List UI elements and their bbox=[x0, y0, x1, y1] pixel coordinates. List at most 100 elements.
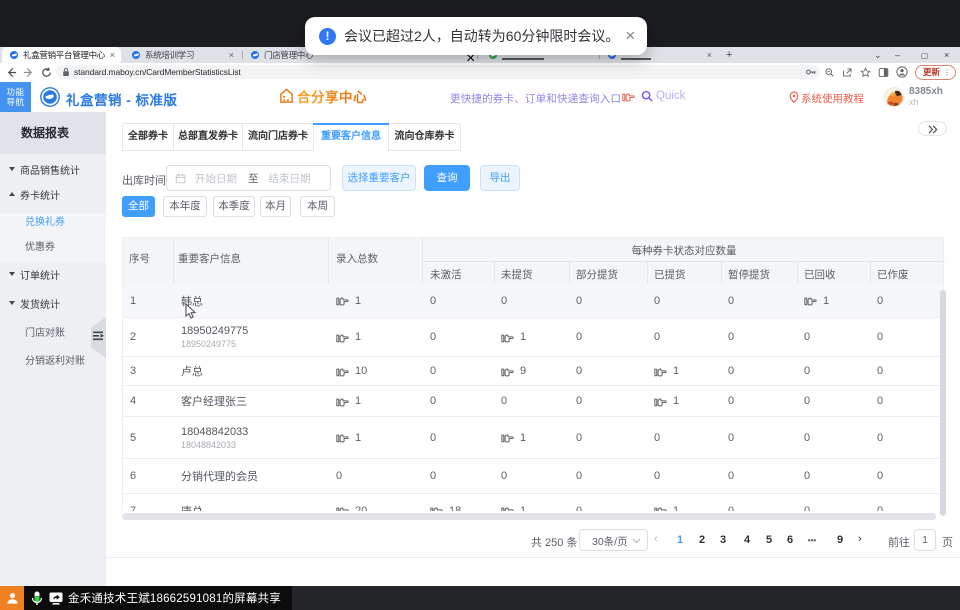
thumb-count-icon[interactable] bbox=[501, 331, 514, 344]
key-icon[interactable] bbox=[805, 66, 817, 78]
start-date-placeholder[interactable]: 开始日期 bbox=[195, 171, 237, 186]
table-row[interactable]: 5180488420331804884203310100000 bbox=[123, 417, 943, 459]
date-range-input[interactable]: 开始日期 至 结束日期 bbox=[166, 165, 331, 191]
tab-important-customers[interactable]: 重要客户信息 bbox=[314, 124, 389, 150]
tab-close-icon[interactable]: × bbox=[707, 50, 712, 60]
page-number[interactable]: 6 bbox=[782, 534, 798, 546]
cell-total-count[interactable]: 1 bbox=[329, 284, 423, 317]
new-tab-button[interactable]: + bbox=[726, 49, 732, 61]
page-number[interactable]: 4 bbox=[739, 534, 755, 546]
thumb-count-icon[interactable] bbox=[804, 294, 817, 307]
reload-icon[interactable] bbox=[41, 67, 52, 78]
table-row[interactable]: 3卢总100901000 bbox=[123, 357, 943, 386]
tab-hq-direct-cards[interactable]: 总部直发券卡 bbox=[174, 124, 243, 150]
export-button[interactable]: 导出 bbox=[480, 165, 520, 191]
browser-update-button[interactable]: 更新 ⋮ bbox=[915, 65, 956, 80]
thumb-count-icon[interactable] bbox=[336, 331, 349, 344]
tab-store-flow-cards[interactable]: 流向门店券卡 bbox=[243, 124, 314, 150]
sidebar-item-exchange-coupon[interactable]: 兑换礼券 bbox=[0, 213, 106, 227]
sidebar-item-card-stats[interactable]: 券卡统计 bbox=[0, 187, 106, 201]
page-size-select[interactable]: 30条/页 bbox=[579, 529, 648, 551]
cell-status-count[interactable]: 1 bbox=[494, 494, 572, 511]
thumb-count-icon[interactable] bbox=[336, 294, 349, 307]
cell-status-count[interactable]: 9 bbox=[494, 357, 572, 385]
horizontal-scrollbar[interactable] bbox=[122, 513, 936, 520]
page-number[interactable]: 2 bbox=[694, 534, 710, 546]
panel-collapse-button[interactable] bbox=[918, 121, 947, 136]
tab-all-cards[interactable]: 全部券卡 bbox=[123, 124, 174, 150]
quick-filter-quarter[interactable]: 本季度 bbox=[213, 196, 255, 217]
thumb-count-icon[interactable] bbox=[430, 504, 443, 511]
thumb-count-icon[interactable] bbox=[654, 395, 667, 408]
cell-total-count[interactable]: 1 bbox=[329, 386, 423, 416]
goto-page-input[interactable]: 1 bbox=[914, 529, 936, 551]
thumb-count-icon[interactable] bbox=[654, 365, 667, 378]
url-bar[interactable]: standard.maboy.cn/CardMemberStatisticsLi… bbox=[56, 65, 820, 79]
toast-close-icon[interactable]: × bbox=[625, 26, 635, 46]
window-menu-icon[interactable]: ⌄ bbox=[874, 48, 882, 62]
table-row[interactable]: 1韩总10000010 bbox=[123, 284, 943, 318]
browser-menu-dots-icon[interactable]: ⋮ bbox=[943, 68, 951, 77]
next-page-icon[interactable]: › bbox=[858, 533, 862, 545]
page-number[interactable]: 5 bbox=[761, 534, 777, 546]
tab-close-icon[interactable]: × bbox=[229, 50, 234, 60]
browser-tab[interactable]: 系统培训学习 × bbox=[124, 47, 240, 63]
sidebar-item-discount-coupon[interactable]: 优惠券 bbox=[0, 238, 106, 252]
thumb-count-icon[interactable] bbox=[336, 395, 349, 408]
search-button[interactable]: 查询 bbox=[424, 165, 470, 191]
tab-close-icon[interactable]: × bbox=[110, 50, 115, 60]
cell-total-count[interactable]: 10 bbox=[329, 357, 423, 385]
share-center-link[interactable]: 合分享中心 bbox=[279, 86, 367, 106]
quick-filter-year[interactable]: 本年度 bbox=[163, 196, 207, 217]
cell-total-count[interactable]: 20 bbox=[329, 494, 423, 511]
table-row[interactable]: 4客户经理张三10001000 bbox=[123, 386, 943, 417]
cell-status-count[interactable]: 1 bbox=[647, 386, 723, 416]
vertical-scrollbar[interactable] bbox=[940, 290, 946, 516]
page-number[interactable]: 9 bbox=[832, 534, 848, 546]
sidebar-item-store-reconciliation[interactable]: 门店对账 bbox=[0, 324, 106, 338]
cell-total-count[interactable]: 1 bbox=[329, 417, 423, 458]
quick-filter-week[interactable]: 本周 bbox=[300, 196, 335, 217]
browser-tab-active[interactable]: 礼盒营销平台管理中心 × bbox=[2, 47, 121, 63]
page-number[interactable]: 3 bbox=[715, 534, 731, 546]
sidebar-item-product-sales[interactable]: 商品销售统计 bbox=[0, 162, 106, 176]
user-avatar[interactable] bbox=[884, 87, 904, 107]
tab-warehouse-flow-cards[interactable]: 流向仓库券卡 bbox=[389, 124, 460, 150]
bookmark-star-icon[interactable] bbox=[860, 67, 871, 78]
profile-icon[interactable] bbox=[896, 66, 908, 78]
thumb-count-icon[interactable] bbox=[654, 504, 667, 511]
cell-total-count[interactable]: 1 bbox=[329, 318, 423, 356]
sidebar-item-distribution-rebate[interactable]: 分销返利对账 bbox=[0, 352, 106, 366]
thumb-count-icon[interactable] bbox=[336, 504, 349, 511]
quick-filter-all[interactable]: 全部 bbox=[122, 196, 155, 217]
cell-status-count[interactable]: 1 bbox=[647, 357, 723, 385]
cell-status-count[interactable]: 1 bbox=[494, 318, 572, 356]
thumb-count-icon[interactable] bbox=[336, 365, 349, 378]
sidebar-item-shipment-stats[interactable]: 发货统计 bbox=[0, 296, 106, 310]
sidebar-item-order-stats[interactable]: 订单统计 bbox=[0, 267, 106, 281]
thumb-count-icon[interactable] bbox=[501, 504, 514, 511]
window-minimize-icon[interactable]: – bbox=[895, 48, 900, 62]
end-date-placeholder[interactable]: 结束日期 bbox=[269, 171, 311, 186]
page-ellipsis[interactable]: ••• bbox=[804, 536, 820, 545]
cell-status-count[interactable]: 1 bbox=[494, 417, 572, 458]
cell-status-count[interactable]: 1 bbox=[647, 494, 723, 511]
table-row[interactable]: 2189502497751895024977510100000 bbox=[123, 318, 943, 357]
thumb-count-icon[interactable] bbox=[501, 365, 514, 378]
back-icon[interactable] bbox=[6, 67, 17, 78]
function-nav-button[interactable]: 功能 导航 bbox=[0, 82, 31, 112]
side-panel-icon[interactable] bbox=[878, 67, 889, 78]
tutorial-link[interactable]: 系统使用教程 bbox=[801, 91, 864, 106]
prev-page-icon[interactable]: ‹ bbox=[654, 533, 658, 545]
quick-search-icon[interactable] bbox=[641, 90, 653, 102]
quick-label[interactable]: Quick bbox=[656, 90, 685, 102]
window-maximize-icon[interactable]: ▢ bbox=[921, 48, 928, 62]
share-icon[interactable] bbox=[842, 67, 853, 78]
cell-status-count[interactable]: 18 bbox=[423, 494, 498, 511]
quick-filter-month[interactable]: 本月 bbox=[260, 196, 291, 217]
zoom-icon[interactable] bbox=[824, 67, 835, 78]
window-close-icon[interactable]: × bbox=[944, 48, 949, 62]
forward-icon[interactable] bbox=[23, 67, 34, 78]
cell-status-count[interactable]: 1 bbox=[797, 284, 872, 317]
thumb-count-icon[interactable] bbox=[501, 431, 514, 444]
